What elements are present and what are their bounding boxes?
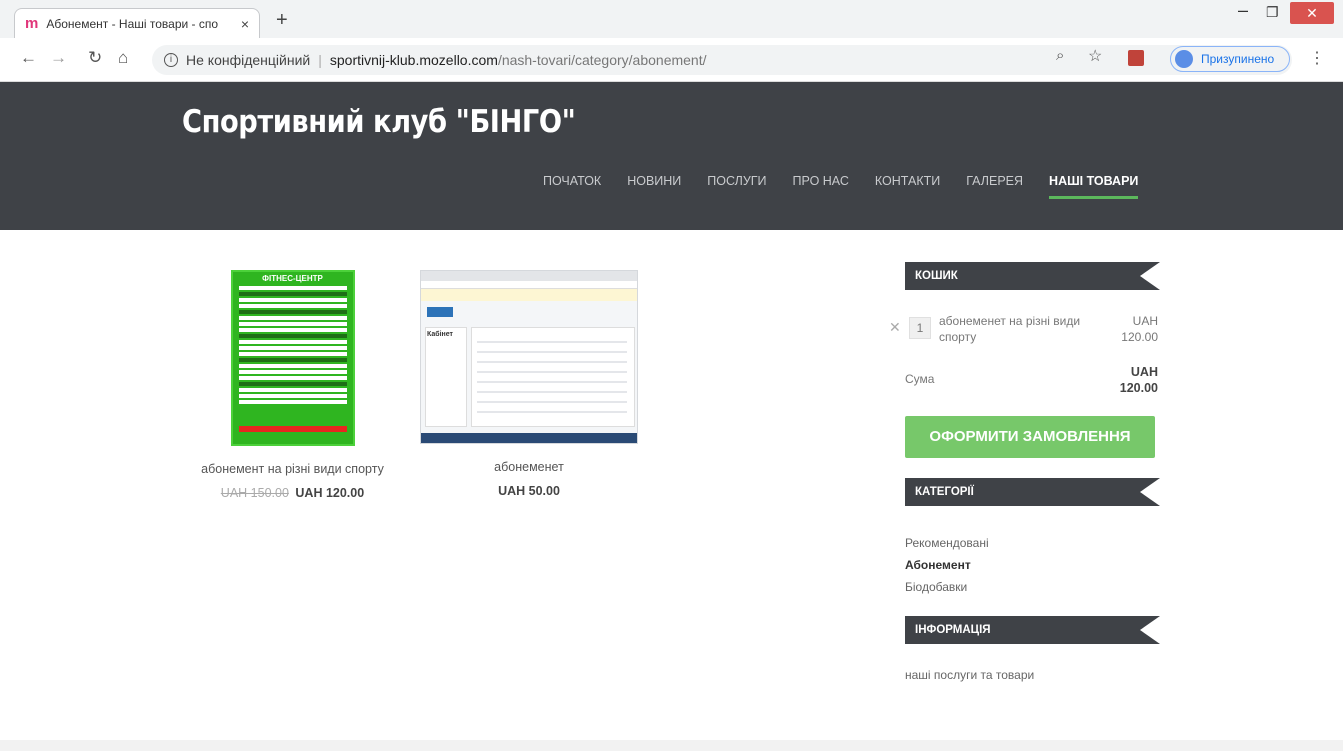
menu-kebab-icon[interactable]: ⋮ — [1309, 48, 1325, 68]
back-arrow-icon[interactable]: ← — [20, 49, 37, 66]
avatar-icon — [1175, 50, 1193, 68]
bookmark-star-icon[interactable]: ☆ — [1088, 46, 1102, 66]
browser-tab[interactable]: m Абонемент - Наші товари - спо × — [14, 8, 260, 38]
sidebar: КОШИК ✕ 1 абонеменет на різні види спорт… — [889, 262, 1160, 682]
product-name[interactable]: абонемент на різні види спорту — [190, 462, 395, 476]
remove-item-icon[interactable]: ✕ — [889, 319, 901, 336]
address-bar[interactable]: i Не конфіденційний | sportivnij-klub.mo… — [152, 45, 1292, 75]
home-icon[interactable]: ⌂ — [118, 49, 128, 66]
old-price: UAH 150.00 — [220, 486, 289, 500]
product-card[interactable]: ФІТНЕС-ЦЕНТР абонемент на різні види спо… — [190, 270, 395, 500]
nav-item-home[interactable]: ПОЧАТОК — [530, 174, 614, 188]
poster-red-strip — [238, 426, 347, 432]
info-icon[interactable]: i — [164, 53, 178, 67]
poster-price-table — [238, 286, 347, 406]
footer — [0, 740, 1343, 751]
nav-item-products[interactable]: НАШІ ТОВАРИ — [1036, 174, 1151, 199]
category-supplements[interactable]: Біодобавки — [905, 576, 1160, 598]
cart-sum: Сума UAH 120.00 — [905, 362, 1160, 402]
nav-item-about[interactable]: ПРО НАС — [780, 174, 862, 188]
cart-item-price: UAH 120.00 — [1121, 314, 1158, 344]
cart-heading: КОШИК — [905, 262, 1160, 290]
security-label: Не конфіденційний — [186, 52, 311, 68]
sum-value: UAH 120.00 — [1119, 365, 1158, 395]
nav-item-contacts[interactable]: КОНТАКТИ — [862, 174, 953, 188]
current-price: UAH 120.00 — [295, 486, 365, 500]
product-name[interactable]: абонеменет — [420, 460, 638, 474]
window-close-button[interactable]: ✕ — [1290, 2, 1334, 24]
product-card[interactable]: Кабінет абонеменет UAH 50.00 — [420, 270, 638, 498]
site-header: Спортивний клуб "БІНГО" ПОЧАТОК НОВИНИ П… — [0, 82, 1343, 230]
url-path: /nash-tovari/category/abonement/ — [497, 52, 707, 68]
browser-tabbar: m Абонемент - Наші товари - спо × + – ❐ … — [0, 0, 1343, 38]
site-title[interactable]: Спортивний клуб "БІНГО" — [182, 104, 576, 140]
product-price: UAH 50.00 — [420, 484, 638, 498]
product-image[interactable]: Кабінет — [420, 270, 638, 444]
new-tab-button[interactable]: + — [276, 10, 288, 30]
main-navigation: ПОЧАТОК НОВИНИ ПОСЛУГИ ПРО НАС КОНТАКТИ … — [530, 174, 1151, 199]
checkout-button[interactable]: ОФОРМИТИ ЗАМОВЛЕННЯ — [905, 416, 1155, 458]
product-image-heading: Кабінет — [427, 331, 453, 338]
categories-heading: КАТЕГОРІЇ — [905, 478, 1160, 506]
forward-arrow-icon[interactable]: → — [50, 49, 67, 66]
tab-title: Абонемент - Наші товари - спо — [46, 16, 219, 31]
profile-button[interactable]: Призупинено — [1170, 46, 1290, 72]
current-price: UAH 50.00 — [498, 484, 560, 498]
category-subscription[interactable]: Абонемент — [905, 554, 1160, 576]
nav-item-gallery[interactable]: ГАЛЕРЕЯ — [953, 174, 1036, 188]
category-recommended[interactable]: Рекомендовані — [905, 532, 1160, 554]
info-heading: ІНФОРМАЦІЯ — [905, 616, 1160, 644]
cart-item: ✕ 1 абонеменет на різні види спорту UAH … — [889, 310, 1160, 360]
info-link[interactable]: наші послуги та товари — [905, 668, 1160, 682]
site-favicon-icon: m — [25, 15, 39, 32]
category-list: Рекомендовані Абонемент Біодобавки — [905, 532, 1160, 598]
url-host: sportivnij-klub.mozello.com — [329, 52, 498, 68]
zoom-icon[interactable]: ⌕ — [1056, 47, 1064, 64]
product-image-heading: ФІТНЕС-ЦЕНТР — [262, 274, 323, 283]
window-maximize-button[interactable]: ❐ — [1266, 4, 1279, 21]
window-minimize-button[interactable]: – — [1238, 0, 1248, 21]
cart-item-name[interactable]: абонеменет на різні види спорту — [939, 313, 1099, 345]
sum-label: Сума — [905, 372, 935, 386]
pdf-extension-icon[interactable] — [1128, 50, 1144, 66]
omnibox-separator: | — [318, 52, 322, 68]
nav-item-services[interactable]: ПОСЛУГИ — [694, 174, 779, 188]
product-price: UAH 150.00 UAH 120.00 — [190, 486, 395, 500]
cart-qty[interactable]: 1 — [909, 317, 931, 339]
profile-label: Призупинено — [1201, 52, 1275, 66]
tab-close-icon[interactable]: × — [241, 16, 249, 32]
product-image[interactable]: ФІТНЕС-ЦЕНТР — [230, 270, 355, 446]
nav-item-news[interactable]: НОВИНИ — [614, 174, 694, 188]
reload-icon[interactable]: ↻ — [88, 49, 102, 66]
